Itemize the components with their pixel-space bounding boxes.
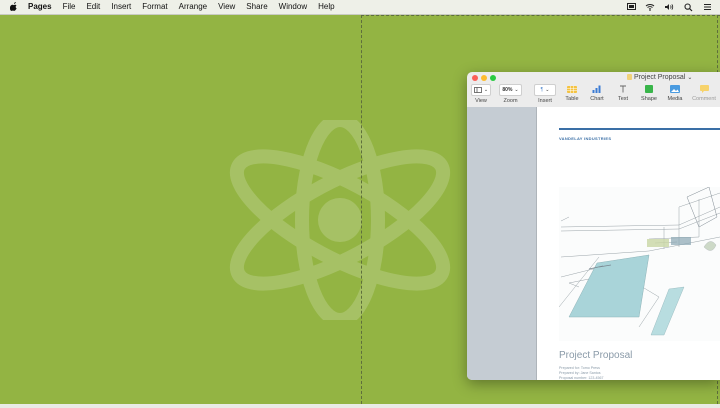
document-title[interactable]: Project Proposal [559,350,632,361]
menu-arrange[interactable]: Arrange [179,0,207,14]
shape-icon [645,85,653,93]
comment-button[interactable]: Comment [689,84,719,102]
search-icon[interactable] [683,2,693,12]
split-view-divider[interactable] [361,15,362,404]
dock-edge [0,404,720,408]
menu-window[interactable]: Window [279,0,307,14]
fullscreen-button[interactable] [490,75,496,81]
menu-insert[interactable]: Insert [111,0,131,14]
apple-menu-icon[interactable] [9,1,19,13]
close-button[interactable] [472,75,478,81]
table-control [561,84,583,94]
chevron-down-icon: ⌄ [514,87,519,93]
sidebar-icon [473,87,482,93]
minimize-button[interactable] [481,75,487,81]
text-button[interactable]: Text [613,84,633,102]
table-icon [567,85,577,93]
volume-icon[interactable] [664,2,674,12]
media-label: Media [667,96,683,102]
space-outline-top [361,15,720,16]
list-icon[interactable] [702,2,712,12]
chevron-down-icon: ⌄ [483,87,489,93]
display-icon[interactable] [626,2,636,12]
zoom-label: Zoom [503,98,518,104]
page-thumbnails-sidebar[interactable] [467,107,537,380]
document-page[interactable]: VANDELAY INDUSTRIES Project Proposal Pre… [537,107,720,380]
menu-bar: Pages File Edit Insert Format Arrange Vi… [0,0,720,15]
shape-button[interactable]: Shape [638,84,660,102]
document-icon [627,74,632,80]
comment-control [689,84,719,94]
table-label: Table [565,96,579,102]
text-control [613,84,633,94]
chart-icon [592,85,601,93]
toolbar: ⌄ View 80% ⌄ Zoom ¶ ⌄ Insert Table Chart… [467,82,720,106]
media-icon [670,85,680,93]
view-label: View [475,98,487,104]
chevron-down-icon: ⌄ [687,75,693,81]
chart-button[interactable]: Chart [586,84,608,102]
menu-help[interactable]: Help [318,0,334,14]
prepared-by[interactable]: Prepared by: Jane Santos [559,371,601,375]
chevron-down-icon: ⌄ [545,87,550,93]
media-control [664,84,686,94]
document-canvas[interactable]: VANDELAY INDUSTRIES Project Proposal Pre… [537,107,720,380]
view-control: ⌄ [471,84,491,96]
menu-share[interactable]: Share [246,0,267,14]
header-rule [559,128,720,130]
menu-format[interactable]: Format [142,0,167,14]
shape-label: Shape [641,96,657,102]
view-button[interactable]: ⌄ View [471,84,491,104]
status-icons [626,0,712,14]
text-label: Text [617,96,629,102]
zoom-control: 80% ⌄ [499,84,522,96]
insert-label: Insert [538,98,552,104]
zoom-button[interactable]: 80% ⌄ Zoom [499,84,522,104]
chart-control [586,84,608,94]
text-icon [620,85,626,93]
company-name[interactable]: VANDELAY INDUSTRIES [559,136,611,141]
window-title-text: Project Proposal [634,74,686,81]
proposal-number[interactable]: Proposal number: 123-4567 [559,376,604,380]
menu-view[interactable]: View [218,0,235,14]
pages-window[interactable]: Project Proposal ⌄ ⌄ View 80% ⌄ Zoom ¶ ⌄… [467,72,720,380]
window-title[interactable]: Project Proposal ⌄ [627,74,692,81]
pilcrow-icon: ¶ [540,87,544,93]
menu-app-pages[interactable]: Pages [28,0,52,14]
wifi-icon[interactable] [645,2,655,12]
insert-button[interactable]: ¶ ⌄ Insert [534,84,556,104]
prepared-for[interactable]: Prepared for: Tomo Press [559,366,600,370]
menu-edit[interactable]: Edit [86,0,100,14]
architecture-sketch-image[interactable] [559,187,720,341]
insert-control: ¶ ⌄ [534,84,556,96]
zoom-value: 80% [502,87,513,93]
menu-file[interactable]: File [63,0,76,14]
table-button[interactable]: Table [561,84,583,102]
comment-icon [699,85,709,93]
comment-label: Comment [692,96,716,102]
media-button[interactable]: Media [664,84,686,102]
shape-control [638,84,660,94]
window-titlebar[interactable]: Project Proposal ⌄ [467,72,720,82]
chart-label: Chart [590,96,604,102]
